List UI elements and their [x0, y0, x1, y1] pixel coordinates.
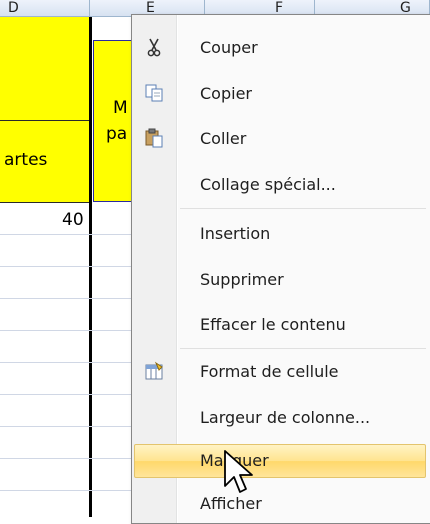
copy-icon [145, 84, 163, 102]
menu-item-format-de-cellule[interactable]: Format de cellule [134, 355, 426, 389]
menu-item-label: Largeur de colonne... [200, 408, 371, 427]
menu-item-copier[interactable]: Copier [134, 77, 426, 111]
mouse-cursor-icon [224, 450, 253, 493]
menu-item-coller[interactable]: Coller [134, 122, 426, 156]
header-cell-e[interactable] [93, 40, 133, 202]
header-cell-d[interactable] [0, 17, 90, 202]
cell-d-value[interactable]: 40 [62, 210, 84, 230]
menu-item-insertion[interactable]: Insertion [134, 217, 426, 251]
header-text-e-line1: M [113, 98, 128, 118]
menu-item-label: Insertion [200, 224, 271, 243]
menu-separator [180, 208, 426, 209]
menu-item-supprimer[interactable]: Supprimer [134, 263, 426, 297]
context-menu: Couper Copier Coller Collage spécial... … [131, 14, 430, 524]
menu-item-label: Coller [200, 129, 247, 148]
menu-item-label: Couper [200, 38, 258, 57]
header-text-d: artes [4, 150, 48, 170]
menu-item-label: Supprimer [200, 270, 284, 289]
format-cells-icon [145, 361, 163, 380]
menu-item-label: Afficher [200, 494, 262, 513]
menu-item-afficher[interactable]: Afficher [134, 487, 426, 521]
menu-item-collage-special[interactable]: Collage spécial... [134, 168, 426, 202]
menu-item-effacer-le-contenu[interactable]: Effacer le contenu [134, 308, 426, 342]
scissors-icon [147, 38, 161, 57]
paste-icon [145, 128, 163, 148]
menu-item-largeur-de-colonne[interactable]: Largeur de colonne... [134, 401, 426, 435]
column-d-label: D [8, 0, 19, 16]
menu-item-label: Collage spécial... [200, 175, 336, 194]
menu-item-couper[interactable]: Couper [134, 31, 426, 65]
header-text-e-line2: pa [106, 124, 128, 144]
menu-item-label: Format de cellule [200, 362, 339, 381]
column-header-d[interactable]: D [0, 0, 90, 17]
menu-item-masquer[interactable]: Masquer [134, 444, 426, 478]
menu-item-label: Copier [200, 84, 252, 103]
menu-separator [180, 348, 426, 349]
menu-item-label: Effacer le contenu [200, 315, 346, 334]
